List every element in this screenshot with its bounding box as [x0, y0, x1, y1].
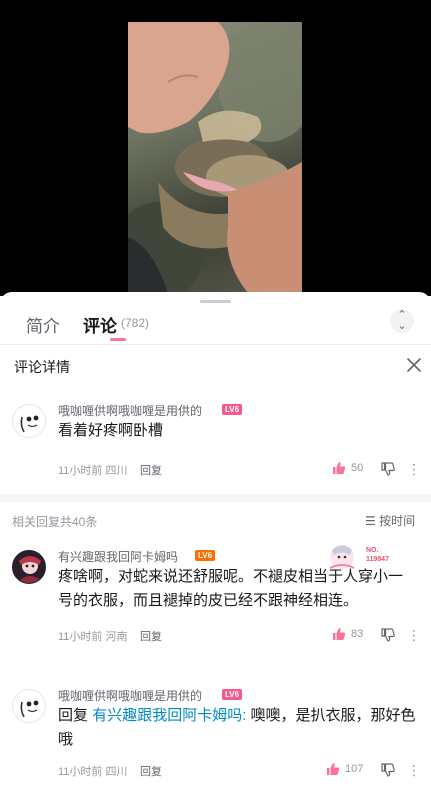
reply-target-link[interactable]: 有兴趣跟我回阿卡姆吗:	[92, 707, 246, 724]
reply-text: 疼啥啊，对蛇来说还舒服呢。不褪皮相当于人穿小一号的衣服，而且褪掉的皮已经不跟神经…	[58, 568, 404, 609]
level-badge: LV6	[195, 550, 216, 561]
level-badge: LV6	[222, 689, 243, 700]
replies-count: 相关回复共40条	[12, 515, 98, 529]
level-badge: LV6	[222, 404, 243, 415]
tab-comments[interactable]: 评论	[83, 312, 117, 337]
avatar[interactable]	[12, 550, 46, 584]
like-count: 107	[345, 763, 364, 775]
reply-time-location: 11小时前 四川	[58, 766, 128, 778]
comment-time-location: 11小时前 四川	[58, 465, 128, 477]
reply-prefix: 回复	[58, 707, 89, 724]
details-title: 评论详情	[14, 359, 70, 375]
comment-details-header: 评论详情	[0, 344, 431, 382]
avatar[interactable]	[12, 689, 46, 723]
thumbs-up-icon[interactable]	[325, 761, 341, 777]
more-options-icon[interactable]: ⋮	[407, 628, 421, 642]
drag-handle[interactable]	[200, 300, 231, 303]
video-player[interactable]	[0, 0, 431, 296]
comment-panel: 简介 评论 (782) ⌃ ⌄ 评论详情 哦咖喱供啊哦咖喱是用供的 LV6 看着好…	[0, 292, 431, 800]
reply-item: 哦咖喱供啊哦咖喱是用供的 LV6 回复 有兴趣跟我回阿卡姆吗: 噢噢，是扒衣服，…	[0, 687, 431, 797]
active-tab-indicator	[110, 338, 126, 341]
thumbs-down-icon[interactable]	[380, 762, 396, 778]
replies-header: 相关回复共40条 ☰ 按时间	[0, 502, 431, 536]
sort-by-time-button[interactable]: ☰ 按时间	[365, 512, 415, 529]
section-divider	[0, 494, 431, 502]
comment-username[interactable]: 哦咖喱供啊哦咖喱是用供的	[58, 402, 202, 419]
thumbs-down-icon[interactable]	[380, 461, 396, 477]
main-comment: 哦咖喱供啊哦咖喱是用供的 LV6 看着好疼啊卧槽 11小时前 四川 回复 50 …	[0, 402, 431, 492]
reply-button[interactable]: 回复	[140, 763, 162, 779]
more-options-icon[interactable]: ⋮	[407, 462, 421, 476]
more-options-icon[interactable]: ⋮	[407, 763, 421, 777]
reply-button[interactable]: 回复	[140, 462, 162, 478]
comment-count: (782)	[121, 316, 150, 330]
chevron-updown-icon: ⌃ ⌄	[397, 309, 407, 332]
fan-medal-badge: NO. 119847	[326, 542, 406, 572]
video-frame-snake-shedding	[128, 22, 302, 293]
reply-username[interactable]: 有兴趣跟我回阿卡姆吗	[58, 548, 178, 565]
like-count: 50	[351, 462, 364, 474]
avatar[interactable]	[12, 404, 46, 438]
sort-icon: ☰	[365, 514, 380, 528]
comment-text: 看着好疼啊卧槽	[58, 422, 164, 439]
expand-collapse-button[interactable]: ⌃ ⌄	[390, 309, 414, 333]
fan-number: NO. 119847	[366, 547, 389, 563]
tab-intro[interactable]: 简介	[26, 312, 60, 337]
reply-button[interactable]: 回复	[140, 628, 162, 644]
sort-label: 按时间	[379, 514, 416, 528]
thumbs-up-icon[interactable]	[331, 460, 347, 476]
reply-text: 回复 有兴趣跟我回阿卡姆吗: 噢噢，是扒衣服，那好色哦	[58, 704, 416, 752]
close-icon[interactable]	[404, 355, 424, 375]
like-count: 83	[351, 628, 364, 640]
reply-time-location: 11小时前 河南	[58, 631, 128, 643]
reply-username[interactable]: 哦咖喱供啊哦咖喱是用供的	[58, 687, 202, 704]
thumbs-down-icon[interactable]	[380, 627, 396, 643]
thumbs-up-icon[interactable]	[331, 626, 347, 642]
